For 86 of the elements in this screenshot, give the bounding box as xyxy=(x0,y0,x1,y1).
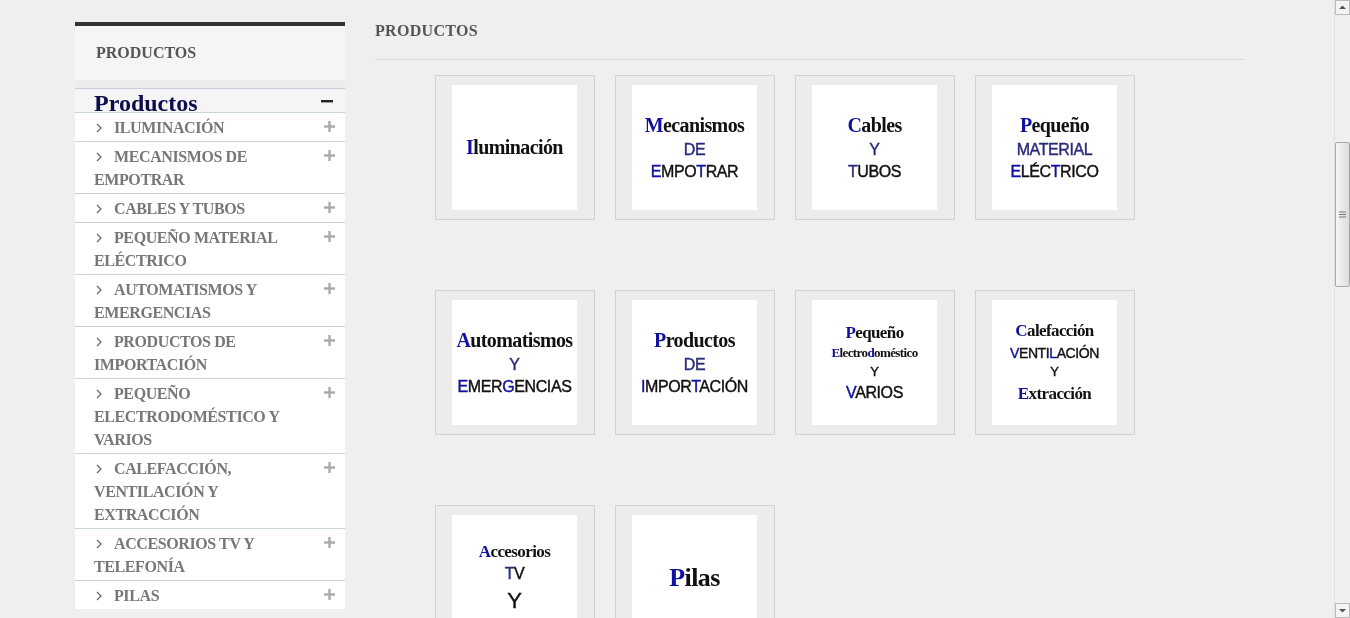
tile-text: Y xyxy=(507,587,522,614)
tile-text: TUBOS xyxy=(847,163,902,182)
chevron-icon xyxy=(96,464,102,474)
category-tile[interactable]: Mecanismos DE EMPOTRAR xyxy=(615,75,775,220)
scroll-down-icon[interactable] xyxy=(1335,603,1350,618)
menu-header[interactable]: Productos xyxy=(75,88,345,112)
plus-icon[interactable] xyxy=(324,462,335,473)
tile-text: MATERIAL xyxy=(1016,140,1093,159)
tile-text: Automatismos xyxy=(456,328,573,352)
tile-text: Electrodoméstico xyxy=(831,346,918,362)
tile-text: Y xyxy=(509,355,520,374)
chevron-icon xyxy=(96,233,102,243)
chevron-icon xyxy=(96,152,102,162)
plus-icon[interactable] xyxy=(324,335,335,346)
menu-item[interactable]: PEQUEÑO MATERIAL ELÉCTRICO xyxy=(75,222,345,274)
menu-item-label: AUTOMATISMOS Y EMERGENCIAS xyxy=(94,280,258,323)
tile-text: Productos xyxy=(654,328,735,352)
menu-item[interactable]: CALEFACCIÓN, VENTILACIÓN Y EXTRACCIÓN xyxy=(75,453,345,528)
menu-item-label: PRODUCTOS DE IMPORTACIÓN xyxy=(94,332,237,375)
menu-item[interactable]: ILUMINACIÓN xyxy=(75,112,345,141)
menu-item[interactable]: AUTOMATISMOS Y EMERGENCIAS xyxy=(75,274,345,326)
scroll-up-icon[interactable] xyxy=(1335,0,1350,15)
tile-text: Iluminación xyxy=(466,136,563,159)
category-tile[interactable]: Iluminación xyxy=(435,75,595,220)
menu-item[interactable]: PILAS xyxy=(75,580,345,609)
tile-text: Mecanismos xyxy=(644,113,745,137)
category-tile[interactable]: Pequeño MATERIAL ELÉCTRICO xyxy=(975,75,1135,220)
menu-item-label: PEQUEÑO ELECTRODOMÉSTICO Y VARIOS xyxy=(94,384,281,450)
plus-icon[interactable] xyxy=(324,202,335,213)
sidebar-title: PRODUCTOS xyxy=(96,44,197,62)
menu-item-label: MECANISMOS DE EMPOTRAR xyxy=(94,147,249,190)
menu-item-label: CALEFACCIÓN, VENTILACIÓN Y EXTRACCIÓN xyxy=(94,458,233,525)
plus-icon[interactable] xyxy=(324,150,335,161)
chevron-icon xyxy=(96,389,102,399)
tile-text: Pequeño xyxy=(1019,113,1090,137)
tile-text: VENTILACIÓN xyxy=(1010,345,1099,362)
chevron-icon xyxy=(96,337,102,347)
chevron-icon xyxy=(96,285,102,295)
plus-icon[interactable] xyxy=(324,387,335,398)
tile-text: Pequeño xyxy=(845,322,904,343)
plus-icon[interactable] xyxy=(324,283,335,294)
plus-icon[interactable] xyxy=(324,121,335,132)
page-heading: PRODUCTOS xyxy=(375,21,479,41)
menu-item-label: CABLES Y TUBOS xyxy=(94,197,245,220)
category-tile[interactable]: Accesorios TV Y xyxy=(435,505,595,618)
category-tile[interactable]: Cables Y TUBOS xyxy=(795,75,955,220)
tile-text: Extracción xyxy=(1017,384,1092,404)
tile-text: ELÉCTRICO xyxy=(1010,163,1099,182)
tile-text: VARIOS xyxy=(846,384,903,403)
tile-text: Y xyxy=(1050,365,1059,380)
tile-text: EMERGENCIAS xyxy=(457,378,572,397)
chevron-icon xyxy=(96,591,102,601)
tile-text: Pilas xyxy=(669,562,720,593)
tile-text: DE xyxy=(683,140,706,159)
category-tile[interactable]: Pequeño Electrodoméstico Y VARIOS xyxy=(795,290,955,435)
menu-item[interactable]: PEQUEÑO ELECTRODOMÉSTICO Y VARIOS xyxy=(75,378,345,453)
plus-icon[interactable] xyxy=(324,537,335,548)
scrollbar[interactable] xyxy=(1334,0,1350,618)
tile-text: Cables xyxy=(847,113,902,137)
chevron-icon xyxy=(96,123,102,133)
chevron-icon xyxy=(96,204,102,214)
tile-text: EMPOTRAR xyxy=(650,163,739,182)
category-tile[interactable]: Pilas xyxy=(615,505,775,618)
tile-text: Y xyxy=(870,365,879,380)
plus-icon[interactable] xyxy=(324,231,335,242)
menu-item-label: PEQUEÑO MATERIAL ELÉCTRICO xyxy=(94,228,279,271)
menu-item-label: PILAS xyxy=(94,584,160,607)
menu-item[interactable]: CABLES Y TUBOS xyxy=(75,193,345,222)
menu-item[interactable]: ACCESORIOS TV Y TELEFONÍA xyxy=(75,528,345,580)
category-tile[interactable]: Calefacción VENTILACIÓN Y Extracción xyxy=(975,290,1135,435)
tile-text: Y xyxy=(869,140,880,159)
tile-text: IMPORTACIÓN xyxy=(640,378,748,397)
category-tile[interactable]: Productos DE IMPORTACIÓN xyxy=(615,290,775,435)
menu-item[interactable]: MECANISMOS DE EMPOTRAR xyxy=(75,141,345,193)
menu-item-label: ACCESORIOS TV Y TELEFONÍA xyxy=(94,534,256,577)
menu-item-label: ILUMINACIÓN xyxy=(94,116,225,139)
menu-item[interactable]: PRODUCTOS DE IMPORTACIÓN xyxy=(75,326,345,378)
category-tile[interactable]: Automatismos Y EMERGENCIAS xyxy=(435,290,595,435)
scroll-thumb[interactable] xyxy=(1335,142,1350,287)
tile-text: DE xyxy=(683,355,706,374)
plus-icon[interactable] xyxy=(324,589,335,600)
menu-header-label: Productos xyxy=(94,91,198,114)
tile-text: Calefacción xyxy=(1015,321,1094,341)
tile-text: Accesorios xyxy=(478,541,551,562)
chevron-icon xyxy=(96,539,102,549)
tile-text: TV xyxy=(504,565,525,584)
